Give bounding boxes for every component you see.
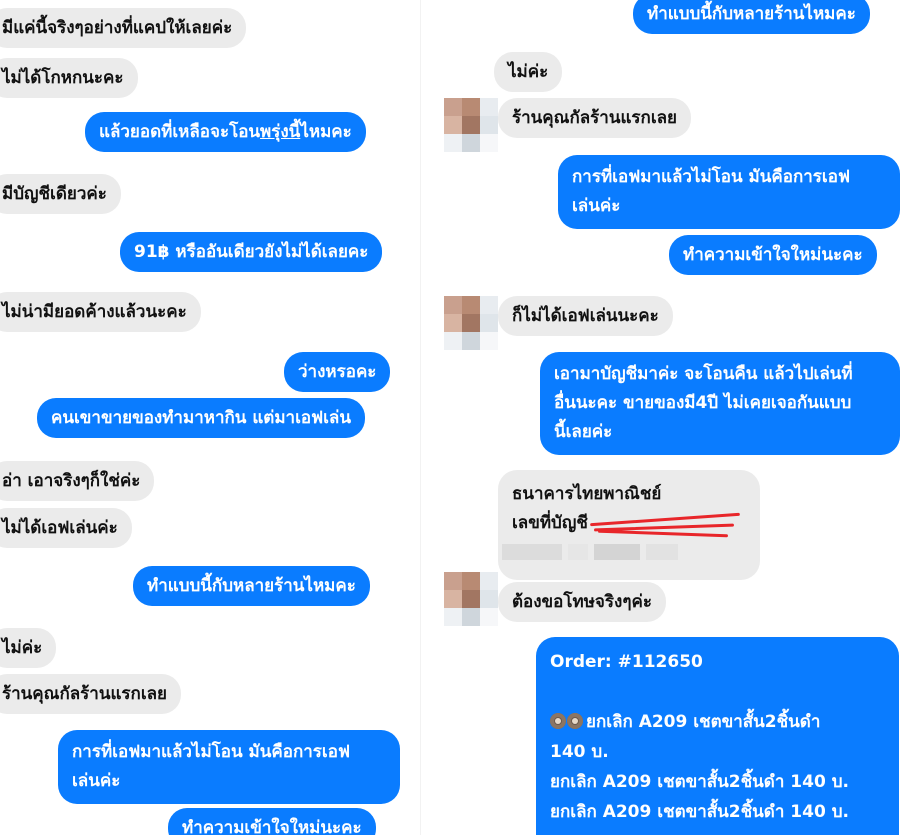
message-underlined-word: พรุ่งนี้ [260,122,301,142]
blurred-text [502,544,562,560]
outgoing-message: คนเขาขายของทำมาหากิน แต่มาเอฟเล่น [37,398,365,438]
message-line: เล่นค่ะ [72,771,121,791]
message-line: เล่นค่ะ [572,196,621,216]
message-line: อื่นนะคะ ขายของมี4ปี ไม่เคยเจอกันแบบ [554,393,852,413]
order-line: 140 บ. [550,742,609,762]
conversation-left-panel: มีแค่นี้จริงๆอย่างที่แคปให้เลยค่ะ ไม่ได้… [0,0,420,835]
blurred-text [568,544,588,560]
outgoing-message: 91฿ หรืออันเดียวยังไม่ได้เลยคะ [120,232,383,272]
incoming-message: ไม่ได้เอฟเล่นค่ะ [0,508,132,548]
avatar [444,572,498,626]
bank-details-message: ธนาคารไทยพาณิชย์ เลขที่บัญชี [498,470,760,580]
message-line: นี้เลยค่ะ [554,422,613,442]
outgoing-message: แล้วยอดที่เหลือจะโอนพรุ่งนี้ไหมคะ [85,112,366,152]
outgoing-message: ทำแบบนี้กับหลายร้านไหมคะ [633,0,870,34]
incoming-message: ต้องขอโทษจริงๆค่ะ [498,582,666,622]
order-line: ยกเลิก A209 เชตขาสั้น2ชิ้นดำ 140 บ. [550,802,849,822]
order-line: ยกเลิก A209 เชตขาสั้น2ชิ้นดำ [550,707,885,737]
outgoing-message: ทำแบบนี้กับหลายร้านไหมคะ [133,566,370,606]
message-line: การที่เอฟมาแล้วไม่โอน มันคือการเอฟ [72,742,350,762]
blurred-text [594,544,640,560]
message-text: ไหมคะ [300,122,352,142]
order-title: Order: #112650 [550,652,703,672]
avatar [444,98,498,152]
avatar [444,296,498,350]
message-text: แล้วยอดที่เหลือจะโอน [99,122,261,142]
incoming-message: ไม่ได้โกหกนะคะ [0,58,138,98]
order-message: Order: #112650 ยกเลิก A209 เชตขาสั้น2ชิ้… [536,637,899,835]
outgoing-message: ทำความเข้าใจใหม่นะคะ [669,235,877,275]
blurred-text [646,544,678,560]
incoming-message: มีแค่นี้จริงๆอย่างที่แคปให้เลยค่ะ [0,8,247,48]
incoming-message: ร้านคุณกัลร้านแรกเลย [0,674,182,714]
outgoing-message: เอามาบัญชีมาค่ะ จะโอนคืน แล้วไปเล่นที่ อ… [540,352,900,455]
incoming-message: ก็ไม่ได้เอฟเล่นนะคะ [498,296,673,336]
incoming-message: ไม่น่ามียอดค้างแล้วนะคะ [0,292,201,332]
bank-name: ธนาคารไทยพาณิชย์ [512,484,662,504]
outgoing-message: การที่เอฟมาแล้วไม่โอน มันคือการเอฟ เล่นค… [58,730,400,804]
message-line: เอามาบัญชีมาค่ะ จะโอนคืน แล้วไปเล่นที่ [554,364,853,384]
order-line: ยกเลิก A209 เชตขาสั้น2ชิ้นดำ 140 บ. [550,772,849,792]
incoming-message: อ่า เอาจริงๆก็ใช่ค่ะ [0,461,155,501]
outgoing-message: การที่เอฟมาแล้วไม่โอน มันคือการเอฟ เล่นค… [558,155,900,229]
order-item-text: ยกเลิก A209 เชตขาสั้น2ชิ้นดำ [586,712,821,732]
incoming-message: ไม่ค่ะ [0,628,57,668]
outgoing-message: ว่างหรอคะ [284,352,391,392]
conversation-right-panel: ทำแบบนี้กับหลายร้านไหมคะ ไม่ค่ะ ร้านคุณก… [420,0,901,835]
incoming-message: มีบัญชีเดียวค่ะ [0,174,121,214]
message-line: การที่เอฟมาแล้วไม่โอน มันคือการเอฟ [572,167,850,187]
incoming-message: ไม่ค่ะ [494,52,563,92]
incoming-message: ร้านคุณกัลร้านแรกเลย [498,98,692,138]
outgoing-message: ทำความเข้าใจใหม่นะคะ [168,808,376,835]
donut-emoji-icon [550,707,584,737]
